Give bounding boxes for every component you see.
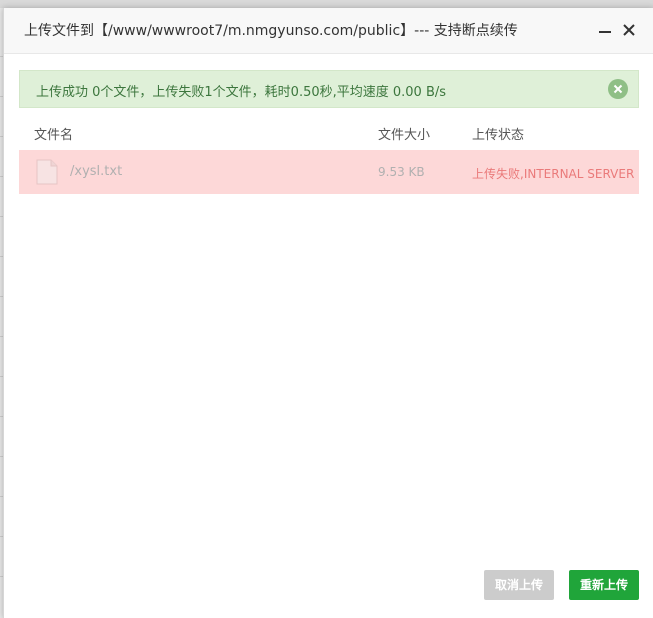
minimize-button[interactable] bbox=[595, 20, 615, 40]
header-file-size: 文件大小 bbox=[378, 128, 431, 143]
dialog-header: 上传文件到【/www/wwwroot7/m.nmgyunso.com/publi… bbox=[4, 8, 653, 54]
background-table-header bbox=[0, 0, 653, 8]
upload-dialog: 上传文件到【/www/wwwroot7/m.nmgyunso.com/publi… bbox=[3, 8, 653, 618]
retry-upload-button[interactable]: 重新上传 bbox=[569, 570, 639, 600]
header-file-name: 文件名 bbox=[34, 128, 74, 143]
table-row[interactable]: /xysl.txt 9.53 KB 上传失败,INTERNAL SERVER E… bbox=[19, 150, 639, 194]
upload-result-alert: 上传成功 0个文件，上传失败1个文件，耗时0.50秒,平均速度 0.00 B/s bbox=[19, 70, 639, 108]
dialog-title: 上传文件到【/www/wwwroot7/m.nmgyunso.com/publi… bbox=[24, 23, 518, 39]
alert-message: 上传成功 0个文件，上传失败1个文件，耗时0.50秒,平均速度 0.00 B/s bbox=[36, 85, 447, 100]
file-name: /xysl.txt bbox=[70, 164, 123, 179]
file-icon bbox=[36, 159, 58, 185]
file-size: 9.53 KB bbox=[378, 165, 425, 179]
cancel-upload-button[interactable]: 取消上传 bbox=[484, 570, 554, 600]
circle-close-icon bbox=[608, 79, 628, 99]
close-icon bbox=[619, 20, 639, 40]
file-table-header: 文件名 文件大小 上传状态 bbox=[19, 120, 639, 151]
upload-status: 上传失败,INTERNAL SERVER ERROR bbox=[472, 167, 639, 181]
close-button[interactable] bbox=[619, 20, 639, 40]
header-upload-status: 上传状态 bbox=[472, 128, 525, 143]
minimize-icon bbox=[595, 20, 615, 40]
alert-close-button[interactable] bbox=[608, 79, 628, 99]
